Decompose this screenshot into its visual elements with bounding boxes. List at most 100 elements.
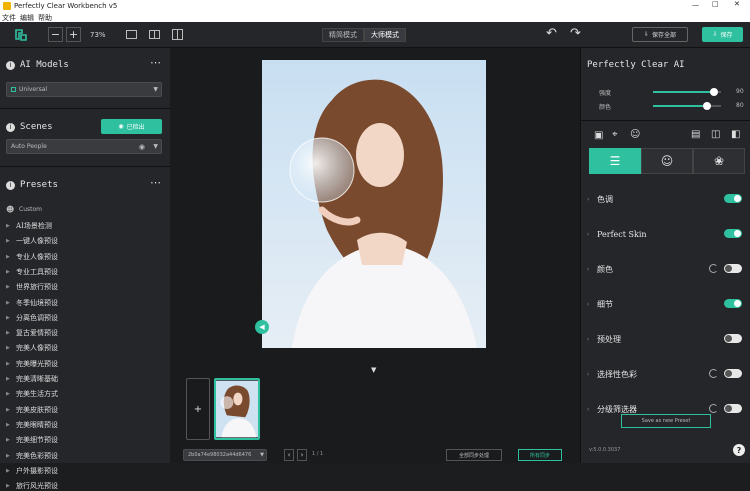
- slider-knob[interactable]: [710, 88, 719, 96]
- split-view-icon[interactable]: [149, 30, 160, 39]
- help-button[interactable]: ?: [733, 444, 745, 456]
- compare-icon[interactable]: ◫: [711, 129, 720, 140]
- expand-caret-icon[interactable]: ▶: [6, 284, 10, 290]
- preset-item[interactable]: 户外摄影预设: [16, 466, 58, 476]
- scene-select[interactable]: Auto People ◉ ▼: [6, 139, 162, 154]
- expand-caret-icon[interactable]: ▶: [6, 330, 10, 336]
- expand-caret-icon[interactable]: ›: [587, 266, 589, 273]
- adjustment-row[interactable]: › 预处理: [581, 328, 750, 350]
- expand-caret-icon[interactable]: ▶: [6, 422, 10, 428]
- align-top-icon[interactable]: ▤: [691, 129, 700, 140]
- adjustment-toggle[interactable]: [724, 369, 742, 378]
- preset-item[interactable]: 完美皮肤预设: [16, 405, 58, 415]
- expand-caret-icon[interactable]: ▶: [6, 254, 10, 260]
- adjustment-row[interactable]: › 色调: [581, 188, 750, 210]
- ai-model-select[interactable]: Universal ▼: [6, 82, 162, 97]
- adjustment-toggle[interactable]: [724, 229, 742, 238]
- preset-item[interactable]: 世界旅行预设: [16, 282, 58, 292]
- preset-item[interactable]: 完美细节预设: [16, 435, 58, 445]
- preset-item[interactable]: 旅行风光预设: [16, 481, 58, 491]
- save-all-button[interactable]: ⇩ 保存全部: [632, 27, 688, 42]
- tab-effects[interactable]: ❀: [693, 148, 745, 174]
- expand-caret-icon[interactable]: ▶: [6, 269, 10, 275]
- reset-icon[interactable]: [709, 369, 718, 378]
- preset-item[interactable]: 完美生活方式: [16, 389, 58, 399]
- adjustment-toggle[interactable]: [724, 194, 742, 203]
- undo-icon[interactable]: ↶: [546, 26, 557, 41]
- next-page-button[interactable]: ›: [297, 449, 307, 461]
- expand-caret-icon[interactable]: ›: [587, 231, 589, 238]
- preset-item[interactable]: 完美色彩预设: [16, 451, 58, 461]
- expand-caret-icon[interactable]: ▶: [6, 361, 10, 367]
- preset-item[interactable]: 完美清晰基础: [16, 374, 58, 384]
- expand-caret-icon[interactable]: ▶: [6, 407, 10, 413]
- add-image-button[interactable]: +: [186, 378, 210, 440]
- ai-models-more-icon[interactable]: ⋯: [150, 56, 161, 69]
- adjustment-toggle[interactable]: [724, 334, 742, 343]
- slider-track[interactable]: [653, 88, 721, 96]
- preset-item[interactable]: 完美曝光预设: [16, 359, 58, 369]
- presets-more-icon[interactable]: ⋯: [150, 176, 161, 189]
- adjustment-row[interactable]: › 颜色: [581, 258, 750, 280]
- collapse-filmstrip-icon[interactable]: ▼: [371, 366, 376, 374]
- thumbnail[interactable]: [214, 378, 260, 440]
- preset-item[interactable]: 专业人像预设: [16, 252, 58, 262]
- expand-caret-icon[interactable]: ▶: [6, 483, 10, 489]
- crop-icon[interactable]: ⌖: [612, 129, 618, 140]
- expand-caret-icon[interactable]: ▶: [6, 300, 10, 306]
- layout-icon[interactable]: ◧: [731, 129, 740, 140]
- expand-caret-icon[interactable]: ▶: [6, 468, 10, 474]
- preset-item[interactable]: 一键人像预设: [16, 236, 58, 246]
- prev-page-button[interactable]: ‹: [284, 449, 294, 461]
- master-mode-tab[interactable]: 大师模式: [364, 28, 406, 42]
- reset-icon[interactable]: [709, 264, 718, 273]
- slider-track[interactable]: [653, 102, 721, 110]
- expand-caret-icon[interactable]: ▶: [6, 315, 10, 321]
- preset-item[interactable]: AI场景检测: [16, 221, 52, 231]
- adjustment-row[interactable]: › 选择性色彩: [581, 363, 750, 385]
- close-button[interactable]: ✕: [734, 0, 740, 8]
- expand-caret-icon[interactable]: ▶: [6, 453, 10, 459]
- expand-caret-icon[interactable]: ▶: [6, 345, 10, 351]
- preset-item[interactable]: 完美眼睛预设: [16, 420, 58, 430]
- preset-item[interactable]: 冬季仙境预设: [16, 298, 58, 308]
- expand-caret-icon[interactable]: ›: [587, 406, 589, 413]
- expand-caret-icon[interactable]: ›: [587, 336, 589, 343]
- file-select[interactable]: 2b0a74e98032a44d6476 ▼: [183, 449, 267, 461]
- expand-caret-icon[interactable]: ▶: [6, 391, 10, 397]
- compare-view-icon[interactable]: [172, 29, 183, 40]
- tab-adjustments[interactable]: ☰: [589, 148, 641, 174]
- redo-icon[interactable]: ↷: [570, 26, 581, 41]
- reset-icon[interactable]: [709, 404, 718, 413]
- save-button[interactable]: ⇩ 保存: [702, 27, 743, 42]
- adjustment-toggle[interactable]: [724, 264, 742, 273]
- expand-caret-icon[interactable]: ▶: [6, 238, 10, 244]
- expand-caret-icon[interactable]: ›: [587, 196, 589, 203]
- adjustment-row[interactable]: › 细节: [581, 293, 750, 315]
- expand-caret-icon[interactable]: ▶: [6, 376, 10, 382]
- preset-item[interactable]: 专业工具预设: [16, 267, 58, 277]
- adjustment-toggle[interactable]: [724, 299, 742, 308]
- compare-handle[interactable]: ◀: [255, 320, 269, 334]
- expand-caret-icon[interactable]: ▶: [6, 223, 10, 229]
- single-view-icon[interactable]: [126, 30, 137, 39]
- expand-caret-icon[interactable]: ›: [587, 371, 589, 378]
- adjustment-toggle[interactable]: [724, 404, 742, 413]
- sync-selected-button[interactable]: 所有同步: [518, 449, 562, 461]
- maximize-button[interactable]: □: [712, 0, 719, 8]
- face-icon[interactable]: ☺: [630, 129, 640, 140]
- image-icon[interactable]: ▣: [594, 130, 603, 141]
- zoom-out-button[interactable]: −: [48, 27, 63, 42]
- tab-face[interactable]: ☺: [641, 148, 693, 174]
- sync-all-button[interactable]: 全部同步处理: [446, 449, 502, 461]
- expand-caret-icon[interactable]: ›: [587, 301, 589, 308]
- expand-caret-icon[interactable]: ▶: [6, 437, 10, 443]
- minimize-button[interactable]: —: [692, 1, 699, 9]
- zoom-in-button[interactable]: +: [66, 27, 81, 42]
- preset-item[interactable]: 分离色调预设: [16, 313, 58, 323]
- simple-mode-tab[interactable]: 精简模式: [322, 28, 364, 42]
- scenes-detect-button[interactable]: ◉ 已检出: [101, 119, 162, 134]
- adjustment-row[interactable]: › Perfect Skin: [581, 223, 750, 245]
- save-preset-button[interactable]: Save as new Preset: [621, 414, 711, 428]
- preset-item[interactable]: 复古爱情预设: [16, 328, 58, 338]
